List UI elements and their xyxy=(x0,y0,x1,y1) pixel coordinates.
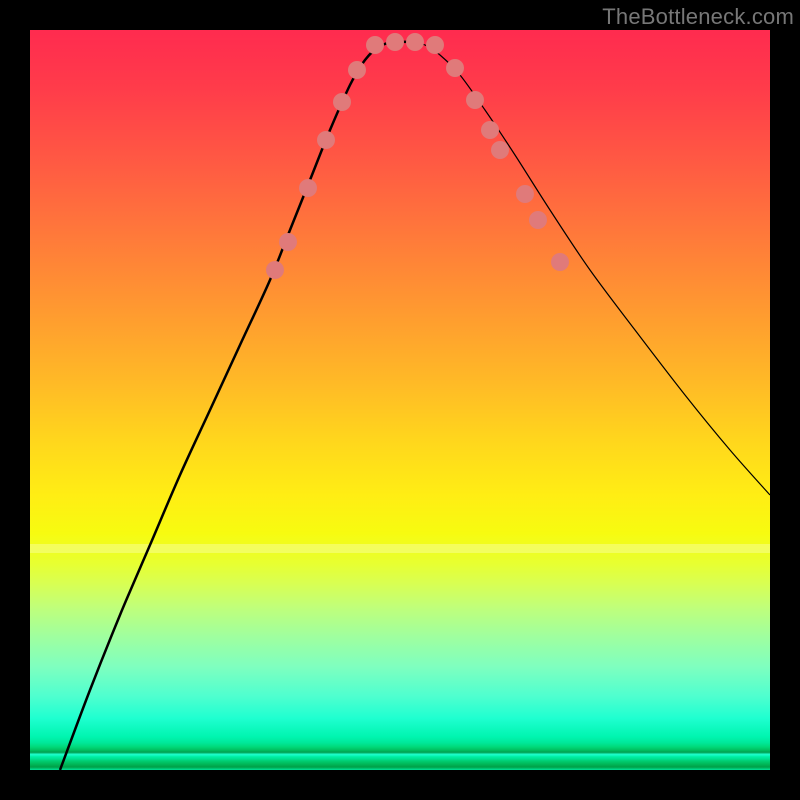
watermark-label: TheBottleneck.com xyxy=(602,4,794,30)
data-point xyxy=(426,36,444,54)
data-point xyxy=(386,33,404,51)
data-point xyxy=(446,59,464,77)
data-point xyxy=(299,179,317,197)
marker-group xyxy=(266,33,569,279)
data-point xyxy=(279,233,297,251)
data-point xyxy=(551,253,569,271)
curve-right xyxy=(410,42,770,495)
data-point xyxy=(466,91,484,109)
data-point xyxy=(491,141,509,159)
data-point xyxy=(529,211,547,229)
plot-area xyxy=(30,30,770,770)
chart-viewport: TheBottleneck.com xyxy=(0,0,800,800)
data-point xyxy=(366,36,384,54)
data-point xyxy=(348,61,366,79)
data-point xyxy=(406,33,424,51)
data-point xyxy=(317,131,335,149)
data-point xyxy=(481,121,499,139)
data-point xyxy=(516,185,534,203)
chart-svg xyxy=(30,30,770,770)
curve-left xyxy=(60,42,410,770)
data-point xyxy=(333,93,351,111)
data-point xyxy=(266,261,284,279)
